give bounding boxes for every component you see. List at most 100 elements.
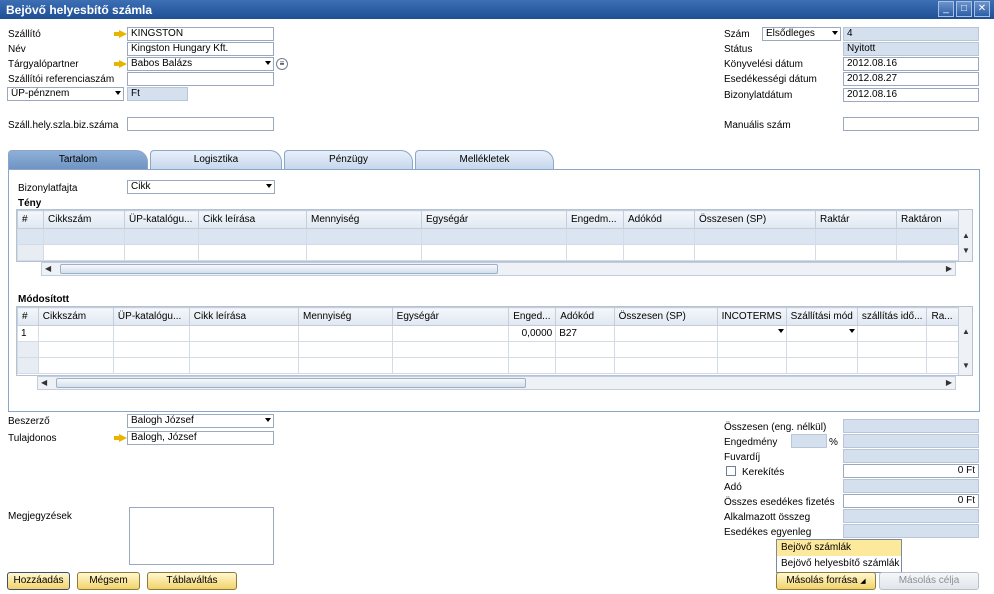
posting-date-label: Könyvelési dátum <box>724 59 803 70</box>
doc-type-select[interactable]: Cikk <box>127 180 275 194</box>
supplier-ref-label: Szállítói referenciaszám <box>8 74 115 85</box>
contact-label: Tárgyalópartner <box>8 59 79 70</box>
doc-date-label: Bizonylatdátum <box>724 90 793 101</box>
number-field: 4 <box>843 27 979 41</box>
chevron-down-icon <box>265 418 271 422</box>
menu-item-incoming-corrections[interactable]: Bejövő helyesbítő számlák <box>777 556 901 572</box>
table-row[interactable]: 1 0,0000 B27 <box>17 325 972 342</box>
rounding-checkbox[interactable] <box>726 466 736 476</box>
col-header[interactable]: Egységár <box>391 307 510 326</box>
total-before-label: Összesen (eng. nélkül) <box>724 422 827 433</box>
discount-pct-field[interactable] <box>791 434 827 448</box>
owner-field[interactable]: Balogh, József <box>127 431 274 445</box>
contact-select[interactable]: Babos Balázs <box>127 57 274 71</box>
applied-label: Alkalmazott összeg <box>724 512 811 523</box>
supplier-ref-field[interactable] <box>127 72 274 86</box>
maximize-icon[interactable]: □ <box>956 1 972 17</box>
currency-type-select[interactable]: ÜP-pénznem <box>7 87 124 101</box>
link-arrow-icon[interactable] <box>114 30 127 38</box>
cancel-button[interactable]: Mégsem <box>77 572 140 590</box>
table-switch-button[interactable]: Táblaváltás <box>147 572 237 590</box>
doc-type-label: Bizonylatfajta <box>18 183 78 194</box>
link-arrow-icon[interactable] <box>114 434 127 442</box>
buyer-value: Balogh József <box>131 415 194 426</box>
list-icon[interactable]: ≡ <box>276 58 288 70</box>
tab-logisztika[interactable]: Logisztika <box>150 150 282 169</box>
col-header[interactable]: Szállítási mód <box>785 307 858 326</box>
col-header[interactable]: Enged... <box>508 307 557 326</box>
col-header[interactable]: szállítás idő... <box>856 307 928 326</box>
due-date-field[interactable]: 2012.08.27 <box>843 72 979 86</box>
tax-field <box>843 479 979 493</box>
supplier-corr-field[interactable] <box>127 117 274 131</box>
owner-label: Tulajdonos <box>8 433 57 444</box>
col-header[interactable]: Cikk leírása <box>198 210 307 229</box>
col-header[interactable]: # <box>17 210 44 229</box>
discount-label: Engedmény <box>724 437 778 448</box>
vertical-scrollbar[interactable]: ▲ ▼ <box>958 307 972 375</box>
doc-type-value: Cikk <box>131 181 151 192</box>
window-title: Bejövő helyesbítő számla <box>6 3 153 17</box>
col-header[interactable]: Mennyiség <box>298 307 393 326</box>
modified-grid: # Cikkszám ÜP-katalógu... Cikk leírása M… <box>16 306 973 376</box>
add-button[interactable]: Hozzáadás <box>7 572 70 590</box>
chevron-down-icon <box>777 329 784 333</box>
col-header[interactable]: Engedm... <box>566 210 624 229</box>
col-header[interactable]: # <box>17 307 39 326</box>
remarks-textarea[interactable] <box>129 507 274 565</box>
row-number: 1 <box>17 325 39 342</box>
scroll-thumb[interactable] <box>56 378 526 388</box>
tab-penzugy[interactable]: Pénzügy <box>284 150 413 169</box>
col-header[interactable]: Cikk leírása <box>188 307 300 326</box>
col-header[interactable]: INCOTERMS <box>716 307 787 326</box>
horizontal-scrollbar[interactable]: ◀ ▶ <box>41 262 956 276</box>
posting-date-field[interactable]: 2012.08.16 <box>843 57 979 71</box>
tab-mellekletek[interactable]: Mellékletek <box>415 150 554 169</box>
copy-from-label: Másolás forrása <box>786 575 858 586</box>
scroll-thumb[interactable] <box>60 264 498 274</box>
series-select[interactable]: Elsődleges <box>762 27 841 41</box>
col-header[interactable]: Raktáron <box>896 210 961 229</box>
horizontal-scrollbar[interactable]: ◀ ▶ <box>37 376 956 390</box>
buyer-select[interactable]: Balogh József <box>127 414 274 428</box>
name-field[interactable]: Kingston Hungary Kft. <box>127 42 274 56</box>
minimize-icon[interactable]: _ <box>938 1 954 17</box>
shipping-mode-cell[interactable] <box>785 325 858 342</box>
col-header[interactable]: Összesen (SP) <box>694 210 816 229</box>
link-arrow-icon[interactable] <box>114 60 127 68</box>
col-header[interactable]: Cikkszám <box>43 210 125 229</box>
tax-code-cell[interactable]: B27 <box>555 325 615 342</box>
menu-item-incoming-invoices[interactable]: Bejövő számlák <box>777 540 901 556</box>
table-row[interactable] <box>17 228 961 245</box>
col-header[interactable]: ÜP-katalógu... <box>112 307 190 326</box>
col-header[interactable]: Egységár <box>421 210 567 229</box>
rounding-field[interactable]: 0 Ft <box>843 464 979 478</box>
copy-from-button[interactable]: Másolás forrása ◢ <box>776 572 876 590</box>
freight-field <box>843 449 979 463</box>
col-header[interactable]: Összesen (SP) <box>613 307 718 326</box>
table-row[interactable] <box>17 341 972 358</box>
incoterms-cell[interactable] <box>716 325 787 342</box>
discount-cell[interactable]: 0,0000 <box>508 325 557 342</box>
supplier-field[interactable]: KINGSTON <box>127 27 274 41</box>
col-header[interactable]: Adókód <box>555 307 615 326</box>
tab-tartalom[interactable]: Tartalom <box>8 150 148 170</box>
table-row[interactable] <box>17 357 972 374</box>
col-header[interactable]: Mennyiség <box>306 210 422 229</box>
col-header[interactable]: ÜP-katalógu... <box>124 210 199 229</box>
total-due-label: Összes esedékes fizetés <box>724 497 835 508</box>
col-header[interactable]: Cikkszám <box>37 307 114 326</box>
series-value: Elsődleges <box>766 28 815 39</box>
chevron-down-icon <box>832 31 838 35</box>
col-header[interactable]: Adókód <box>623 210 695 229</box>
col-header[interactable]: Raktár <box>815 210 897 229</box>
copy-to-button[interactable]: Másolás célja <box>879 572 979 590</box>
freight-label: Fuvardíj <box>724 452 761 463</box>
table-header: # Cikkszám ÜP-katalógu... Cikk leírása M… <box>17 307 972 326</box>
close-icon[interactable]: ✕ <box>974 1 990 17</box>
vertical-scrollbar[interactable]: ▲ ▼ <box>958 210 972 261</box>
manual-no-field[interactable] <box>843 117 979 131</box>
table-row[interactable] <box>17 244 961 261</box>
doc-date-field[interactable]: 2012.08.16 <box>843 88 979 102</box>
discount-amount-field <box>843 434 979 448</box>
